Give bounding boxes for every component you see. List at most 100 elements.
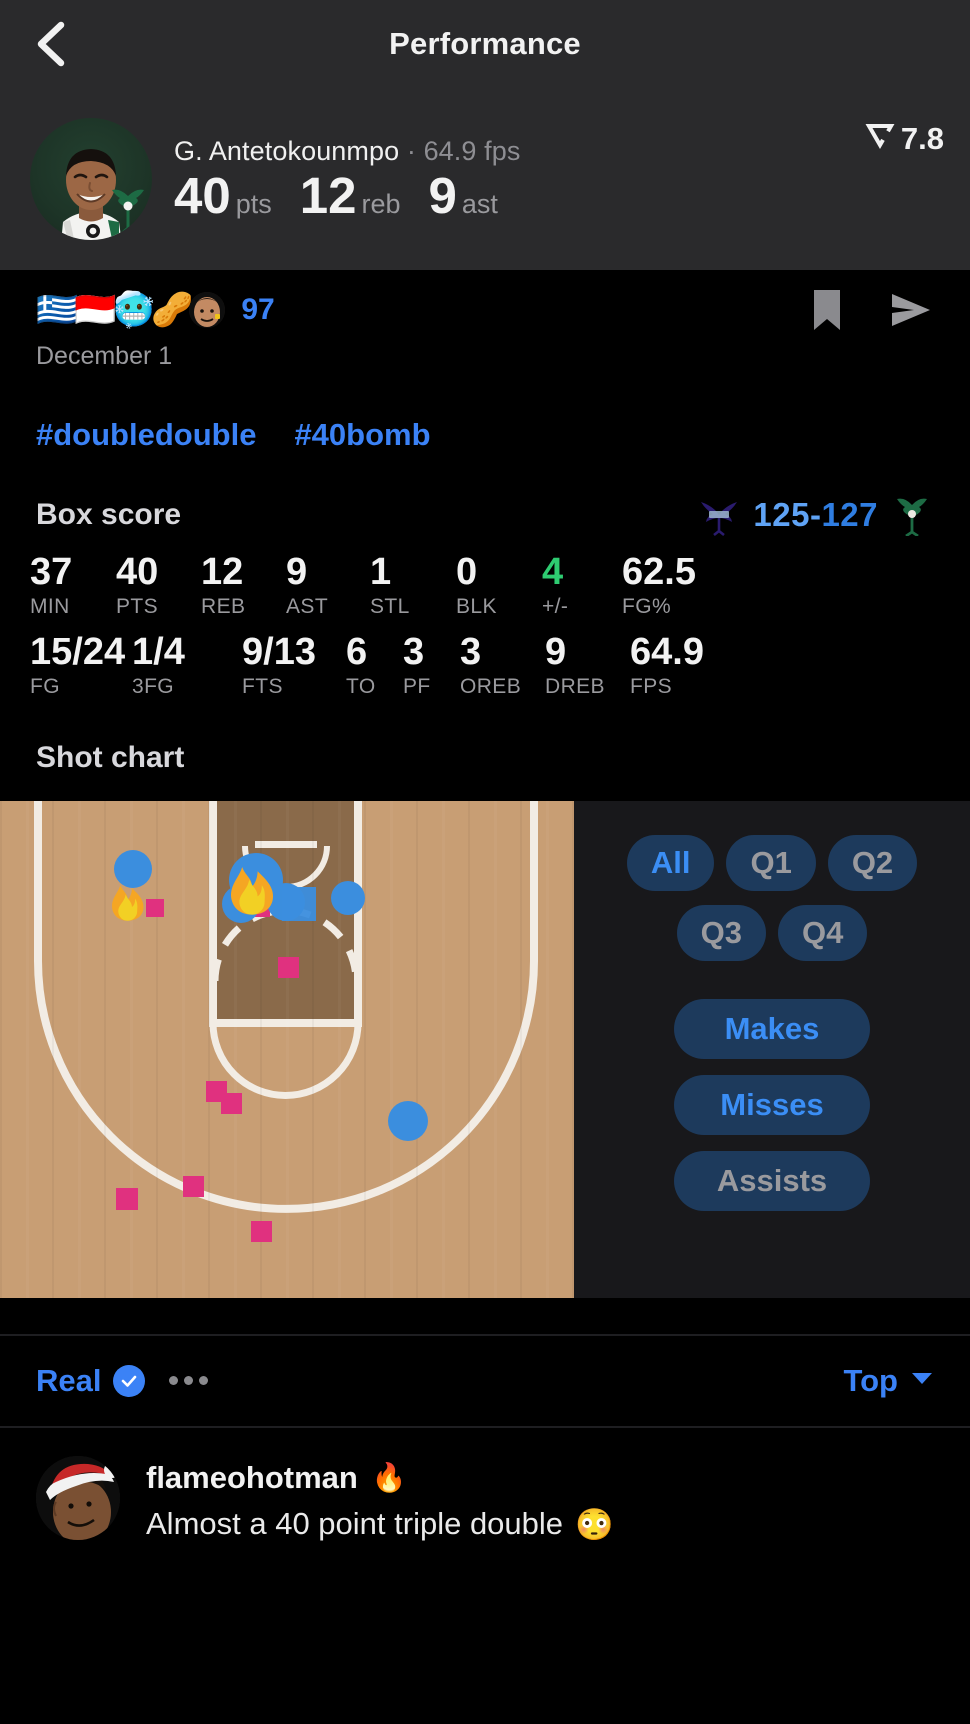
comment-username[interactable]: flameohotman xyxy=(146,1460,358,1496)
top-navbar: Performance xyxy=(0,0,970,88)
rating-value: 7.8 xyxy=(900,121,944,156)
box-score-title: Box score xyxy=(36,498,182,531)
hashtag-40bomb[interactable]: #40bomb xyxy=(294,417,430,453)
page-title: Performance xyxy=(389,26,581,61)
tab-real[interactable]: Real xyxy=(36,1362,209,1399)
miss-marker xyxy=(221,1092,242,1114)
filter-chip-q1[interactable]: Q1 xyxy=(726,834,816,891)
miss-marker xyxy=(251,1220,272,1242)
filter-chip-makes[interactable]: Makes xyxy=(674,998,870,1059)
reaction-emoji-1[interactable]: 🇬🇷 xyxy=(36,293,78,327)
reaction-emoji-3[interactable]: 🥶 xyxy=(113,293,155,327)
stat-label: FG xyxy=(30,674,60,698)
hashtag-doubledouble[interactable]: #doubledouble xyxy=(36,417,256,453)
stat-value: 3 xyxy=(460,630,482,673)
stat-value: 64.9 xyxy=(630,630,704,673)
shot-chart-title: Shot chart xyxy=(36,740,185,774)
stat-value: 1/4 xyxy=(132,630,185,673)
hero-stat-value-pts: 40 xyxy=(174,166,231,224)
stat-row-1: 37 MIN 40 PTS 12 REB 9 AST 1 STL 0 BLK 4… xyxy=(30,551,940,619)
stat-label: AST xyxy=(286,594,329,618)
box-score-header: Box score 125-127 xyxy=(0,453,970,537)
bucks-logo-icon xyxy=(890,493,934,537)
more-horizontal-icon[interactable] xyxy=(169,1376,209,1386)
filter-chip-misses[interactable]: Misses xyxy=(674,1074,870,1135)
send-icon[interactable] xyxy=(888,290,934,330)
stat-pf: 3 PF xyxy=(403,630,460,699)
comments-spacer xyxy=(0,1297,970,1334)
stat-value: 1 xyxy=(370,551,392,593)
game-score[interactable]: 125-127 xyxy=(697,493,934,537)
chevron-left-icon xyxy=(32,20,68,68)
comment-item[interactable]: flameohotman 🔥 Almost a 40 point triple … xyxy=(0,1428,970,1543)
player-avatar[interactable] xyxy=(30,118,152,240)
comment-body: flameohotman 🔥 Almost a 40 point triple … xyxy=(146,1456,614,1543)
comments-sort-button[interactable]: Top xyxy=(843,1363,934,1399)
comment-header: flameohotman 🔥 xyxy=(146,1460,614,1496)
back-button[interactable] xyxy=(22,16,78,72)
filter-chip-q2[interactable]: Q2 xyxy=(827,834,918,891)
period-filter-row-2: Q3 Q4 xyxy=(574,904,970,961)
shot-chart-section: All Q1 Q2 Q3 Q4 Makes Misses Assists xyxy=(0,800,970,1298)
bucks-logo-small xyxy=(112,189,144,236)
reaction-emoji-4[interactable]: 🥜 xyxy=(151,293,193,327)
stat-label: TO xyxy=(346,674,376,698)
period-filter-row-1: All Q1 Q2 xyxy=(574,834,970,891)
player-name-line: G. Antetokounmpo · 64.9 fps xyxy=(174,136,946,167)
reaction-emoji-2[interactable]: 🇮🇩 xyxy=(74,293,116,327)
stat-label: FTS xyxy=(242,674,283,698)
stat-label: REB xyxy=(201,594,246,618)
stat-value: 15/24 xyxy=(30,630,126,673)
basketball-court[interactable] xyxy=(0,800,574,1298)
hero-stat-label-pts: pts xyxy=(235,188,272,219)
filter-chip-assists[interactable]: Assists xyxy=(674,1150,870,1211)
stat-value: 37 xyxy=(30,551,73,593)
trending-down-icon xyxy=(865,120,895,158)
stat-value: 3 xyxy=(403,630,425,673)
filter-chip-all[interactable]: All xyxy=(626,834,715,891)
filter-chip-q4[interactable]: Q4 xyxy=(778,904,868,961)
reaction-emojis[interactable]: 🇬🇷 🇮🇩 🥶 🥜 97 xyxy=(36,292,275,328)
post-actions xyxy=(810,288,934,332)
chevron-down-icon xyxy=(910,1370,934,1391)
stat-ast: 9 AST xyxy=(286,551,370,619)
player-performance-header: G. Antetokounmpo · 64.9 fps 40 pts 12 re… xyxy=(0,88,970,270)
stat-fgpct: 62.5 FG% xyxy=(622,552,696,619)
stat-value: 9 xyxy=(286,551,308,593)
hot-zone-fire-icon xyxy=(112,884,144,921)
stat-oreb: 3 OREB xyxy=(460,630,545,699)
hero-stat-line: 40 pts 12 reb 9 ast xyxy=(174,169,946,223)
miss-marker xyxy=(183,1175,204,1197)
stat-dreb: 9 DREB xyxy=(545,630,630,699)
stat-row-2: 15/24 FG 1/4 3FG 9/13 FTS 6 TO 3 PF 3 OR… xyxy=(30,630,940,699)
fire-emoji-icon: 🔥 xyxy=(371,1461,407,1493)
hornets-logo-icon xyxy=(697,493,741,537)
real-label: Real xyxy=(36,1362,102,1398)
commenter-avatar[interactable] xyxy=(36,1455,120,1540)
bookmark-icon[interactable] xyxy=(810,288,844,332)
flushed-face-emoji-icon: 😳 xyxy=(575,1506,614,1542)
stat-label: STL xyxy=(370,594,410,618)
filter-chip-q3[interactable]: Q3 xyxy=(676,904,766,961)
stat-fts: 9/13 FTS xyxy=(242,632,346,699)
stat-plusminus: 4 +/- xyxy=(542,552,622,619)
reaction-bar: 🇬🇷 🇮🇩 🥶 🥜 97 xyxy=(0,270,970,332)
hashtag-row: #doubledouble #40bomb xyxy=(0,371,970,453)
verified-check-icon xyxy=(113,1364,146,1397)
hero-stat-label-reb: reb xyxy=(361,188,401,219)
stat-label: FG% xyxy=(622,594,672,618)
box-score-stats: 37 MIN 40 PTS 12 REB 9 AST 1 STL 0 BLK 4… xyxy=(0,537,970,699)
make-marker xyxy=(388,1100,428,1141)
hero-stat-value-ast: 9 xyxy=(428,166,457,224)
post-date: December 1 xyxy=(36,342,173,370)
away-score: 125 xyxy=(753,496,810,533)
miss-marker xyxy=(146,898,164,917)
stat-reb: 12 REB xyxy=(201,552,286,619)
player-name: G. Antetokounmpo xyxy=(174,135,400,166)
reaction-count[interactable]: 97 xyxy=(241,293,274,327)
stat-value: 9 xyxy=(545,630,567,673)
reaction-avatar[interactable] xyxy=(189,292,226,328)
stat-value: 40 xyxy=(116,551,159,593)
score-value: 125-127 xyxy=(753,496,878,534)
stat-label: PTS xyxy=(116,594,159,618)
